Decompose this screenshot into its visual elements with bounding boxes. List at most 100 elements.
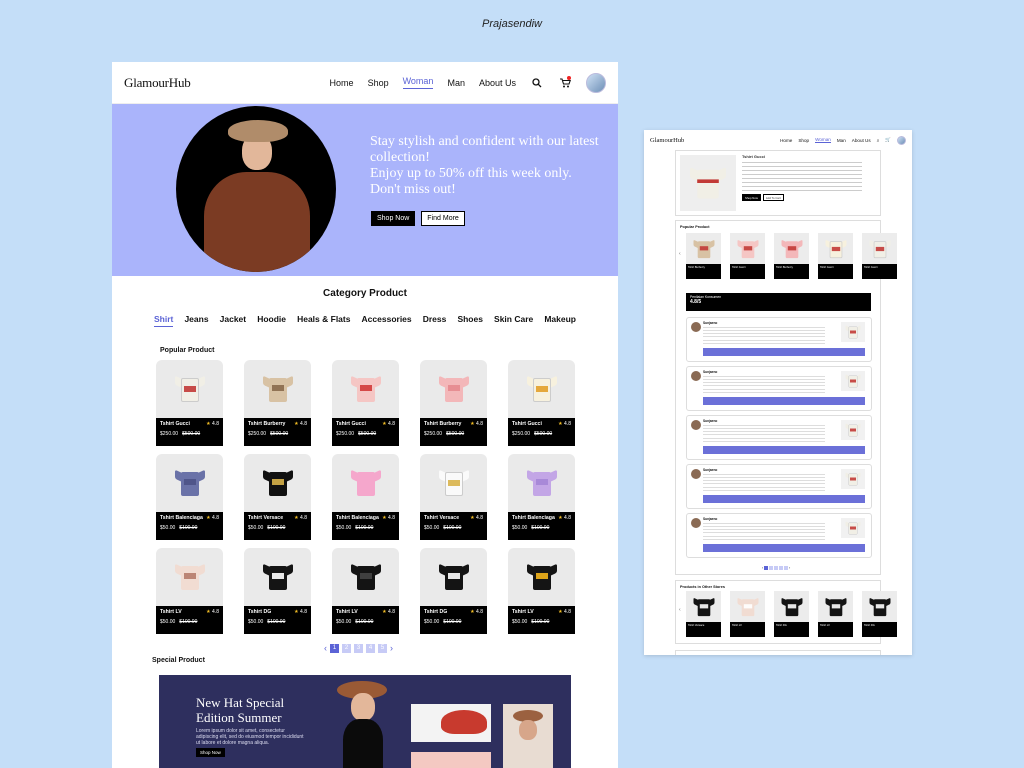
secondary-page-2[interactable]	[769, 566, 774, 570]
secondary-search-icon[interactable]: ⌕	[877, 138, 880, 143]
star-icon: ★	[294, 515, 299, 521]
secondary-brand-logo[interactable]: GlamourHub	[650, 137, 780, 144]
product-card[interactable]: Tshirt Gucci ★ 4.8 $250.00 $500.00	[332, 360, 399, 446]
product-old-price: $500.00	[182, 431, 201, 437]
seller-response[interactable]	[703, 446, 865, 454]
brand-logo[interactable]: GlamourHub	[124, 75, 330, 91]
find-more-button[interactable]: Find More	[421, 211, 465, 226]
nav-shop[interactable]: Shop	[368, 78, 389, 88]
secondary-avatar[interactable]	[897, 135, 906, 145]
secondary-nav-man[interactable]: Man	[837, 138, 846, 143]
product-price: $50.00	[512, 619, 528, 625]
other-prev-icon[interactable]: ‹	[679, 607, 681, 613]
rating-value: 4.8	[388, 515, 395, 521]
secondary-nav-home[interactable]: Home	[780, 138, 792, 143]
nav-home[interactable]: Home	[330, 78, 354, 88]
tab-jacket[interactable]: Jacket	[220, 314, 246, 327]
review-product-image	[841, 420, 865, 440]
seller-response[interactable]	[703, 495, 865, 503]
star-icon: ★	[470, 609, 475, 615]
secondary-product-card[interactable]: Tshirt Burberry	[686, 233, 721, 279]
product-card[interactable]: Tshirt Versace ★ 4.8 $50.00 $100.00	[244, 454, 311, 540]
seller-response[interactable]	[703, 397, 865, 405]
detail-add-cart-button[interactable]: Add To Cart	[762, 194, 784, 201]
secondary-product-card[interactable]: Tshirt Gucci	[862, 233, 897, 279]
other-store-card[interactable]: Tshirt LV	[730, 591, 765, 637]
tab-shoes[interactable]: Shoes	[457, 314, 483, 327]
other-store-card[interactable]: Tshirt DG	[862, 591, 897, 637]
tab-dress[interactable]: Dress	[423, 314, 447, 327]
search-icon[interactable]	[530, 76, 544, 90]
reviewer-name: Sunjaeno	[703, 370, 718, 374]
product-card[interactable]: Tshirt Versace ★ 4.8 $50.00 $100.00	[420, 454, 487, 540]
star-icon: ★	[382, 421, 387, 427]
tab-skin-care[interactable]: Skin Care	[494, 314, 533, 327]
secondary-prev-icon[interactable]: ‹	[679, 251, 681, 257]
product-card[interactable]: Tshirt LV ★ 4.8 $50.00 $100.00	[156, 548, 223, 634]
page-5[interactable]: 5	[378, 643, 387, 653]
other-store-name: Tshirt LV	[818, 622, 853, 637]
secondary-cart-icon[interactable]: 🛒	[885, 137, 891, 143]
secondary-page-3[interactable]	[774, 566, 779, 570]
tshirt-icon	[693, 597, 714, 617]
product-card[interactable]: Tshirt Balenciaga ★ 4.8 $50.00 $100.00	[156, 454, 223, 540]
product-card[interactable]: Tshirt Burberry ★ 4.8 $250.00 $500.00	[420, 360, 487, 446]
tab-accessories[interactable]: Accessories	[362, 314, 412, 327]
product-card[interactable]: Tshirt Gucci ★ 4.8 $250.00 $500.00	[156, 360, 223, 446]
star-icon: ★	[558, 421, 563, 427]
secondary-nav-woman[interactable]: Woman	[815, 137, 831, 143]
page-3[interactable]: 3	[354, 643, 363, 653]
seller-response[interactable]	[703, 348, 865, 356]
page-2[interactable]: 2	[342, 643, 351, 653]
detail-shop-now-button[interactable]: Shop Now	[742, 194, 761, 201]
shop-now-button[interactable]: Shop Now	[371, 211, 416, 226]
secondary-product-card[interactable]: Tshirt Burberry	[774, 233, 809, 279]
star-icon: ★	[382, 515, 387, 521]
seller-response[interactable]	[703, 544, 865, 552]
prev-page-icon[interactable]: ‹	[324, 643, 327, 653]
product-price: $50.00	[248, 525, 264, 531]
product-card[interactable]: Tshirt LV ★ 4.8 $50.00 $100.00	[332, 548, 399, 634]
cart-icon[interactable]	[558, 75, 572, 90]
product-card[interactable]: Tshirt DG ★ 4.8 $50.00 $100.00	[244, 548, 311, 634]
secondary-prev-page-icon[interactable]: ‹	[762, 566, 763, 570]
tab-jeans[interactable]: Jeans	[184, 314, 208, 327]
secondary-product-card[interactable]: Tshirt Gucci	[730, 233, 765, 279]
secondary-nav-shop[interactable]: Shop	[798, 138, 809, 143]
page-4[interactable]: 4	[366, 643, 375, 653]
secondary-product-image	[818, 233, 853, 264]
secondary-nav-about[interactable]: About Us	[852, 138, 871, 143]
other-store-card[interactable]: Tshirt Versace	[686, 591, 721, 637]
other-store-card[interactable]: Tshirt LV	[818, 591, 853, 637]
product-card[interactable]: Tshirt LV ★ 4.8 $50.00 $100.00	[508, 548, 575, 634]
star-icon: ★	[206, 515, 211, 521]
reviewer-avatar	[691, 420, 701, 430]
product-card[interactable]: Tshirt Balenciaga ★ 4.8 $50.00 $100.00	[332, 454, 399, 540]
secondary-next-page-icon[interactable]: ›	[789, 566, 790, 570]
other-store-card[interactable]: Tshirt DG	[774, 591, 809, 637]
product-rating: ★ 4.8	[294, 515, 307, 521]
tshirt-icon	[262, 563, 293, 591]
secondary-page-5[interactable]	[784, 566, 789, 570]
tab-hoodie[interactable]: Hoodie	[257, 314, 286, 327]
product-card[interactable]: Tshirt Gucci ★ 4.8 $250.00 $500.00	[508, 360, 575, 446]
reviewer-avatar	[691, 371, 701, 381]
nav-man[interactable]: Man	[447, 78, 465, 88]
popular-title: Popular Product	[160, 347, 215, 354]
avatar[interactable]	[586, 72, 606, 93]
secondary-page-1[interactable]	[764, 566, 769, 570]
next-page-icon[interactable]: ›	[390, 643, 393, 653]
product-card[interactable]: Tshirt DG ★ 4.8 $50.00 $100.00	[420, 548, 487, 634]
nav-woman[interactable]: Woman	[402, 76, 434, 89]
nav-about-us[interactable]: About Us	[479, 78, 516, 88]
secondary-product-name: Tshirt Gucci	[818, 264, 853, 279]
secondary-page-4[interactable]	[779, 566, 784, 570]
product-card[interactable]: Tshirt Balenciaga ★ 4.8 $50.00 $100.00	[508, 454, 575, 540]
tab-makeup[interactable]: Makeup	[544, 314, 576, 327]
secondary-product-card[interactable]: Tshirt Gucci	[818, 233, 853, 279]
special-shop-button[interactable]: Shop Now	[196, 748, 225, 757]
product-card[interactable]: Tshirt Burberry ★ 4.8 $250.00 $500.00	[244, 360, 311, 446]
tab-heals-flats[interactable]: Heals & Flats	[297, 314, 350, 327]
tab-shirt[interactable]: Shirt	[154, 314, 174, 327]
page-1[interactable]: 1	[330, 643, 339, 653]
